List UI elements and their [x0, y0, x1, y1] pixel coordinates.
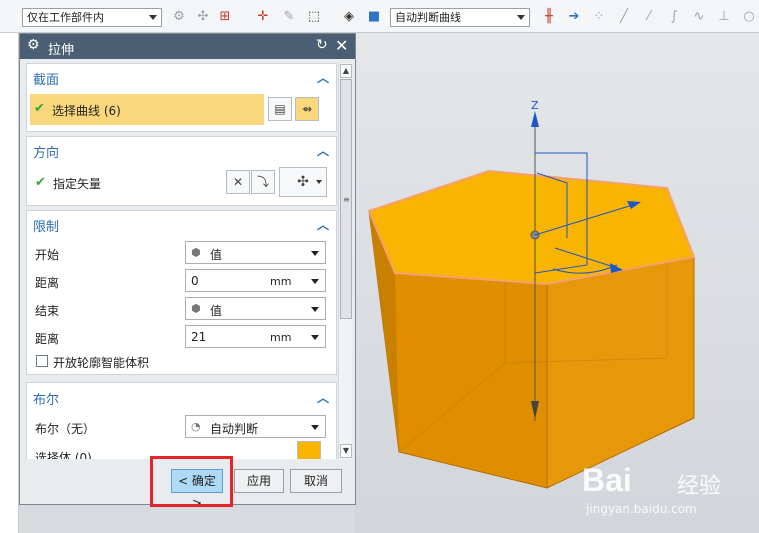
face-select-icon[interactable]: ◈	[340, 8, 358, 26]
chevron-down-icon	[311, 335, 319, 340]
curve-rule-value: 自动判断曲线	[395, 11, 461, 24]
select-body-button[interactable]	[297, 441, 321, 460]
navigator-strip	[0, 33, 19, 533]
collapse-caret-icon[interactable]: ︿	[317, 142, 329, 159]
watermark-url: jingyan.baidu.com	[586, 502, 697, 516]
point-snap-icon[interactable]: ⁘	[590, 8, 608, 26]
graphics-viewport[interactable]: Z	[355, 33, 759, 533]
select-curve-label: 选择曲线 (6)	[52, 104, 121, 118]
reset-icon[interactable]: ↻	[316, 37, 328, 53]
curve-rule-dropdown[interactable]: 自动判断曲线	[390, 8, 530, 27]
arc-icon[interactable]: ⁄	[640, 8, 658, 26]
grip-icon: ≡	[343, 195, 350, 204]
select-all-icon[interactable]: ✎	[280, 8, 298, 26]
selection-filter-dropdown[interactable]: 仅在工作部件内	[22, 8, 162, 27]
chevron-down-icon	[311, 279, 319, 284]
section-heading[interactable]: 截面	[33, 69, 59, 88]
side-face-right	[546, 256, 695, 489]
z-axis-arrow	[531, 111, 539, 127]
highlight-frame	[150, 456, 233, 507]
start-distance-unit: mm	[270, 275, 292, 288]
collapse-caret-icon[interactable]: ︿	[317, 69, 329, 86]
boolean-dropdown[interactable]: ◔ 自动判断	[185, 415, 326, 438]
boolean-auto-icon: ◔	[191, 420, 201, 433]
open-profile-checkbox[interactable]	[36, 355, 48, 367]
follow-fillet-icon[interactable]: ➔	[565, 8, 583, 26]
line-icon[interactable]: ╱	[615, 8, 633, 26]
dialog-title: 拉伸	[48, 43, 75, 58]
specify-vector-label: 指定矢量	[53, 177, 102, 191]
section-panel: 截面 ︿ ✔ 选择曲线 (6) ▤ ⇴	[26, 63, 337, 132]
spline-icon[interactable]: ∫	[665, 8, 683, 26]
sketch-section-button[interactable]: ▤	[268, 97, 292, 121]
filter-icon[interactable]: ⚙	[170, 8, 188, 26]
checkmark-icon: ✔	[35, 175, 46, 190]
solid-body-icon[interactable]: ■	[365, 8, 383, 26]
open-profile-label: 开放轮廓智能体积	[53, 356, 150, 370]
baidu-watermark: Bai 经验 jingyan.baidu.com	[582, 462, 732, 522]
vector-dialog-button[interactable]: ⤵	[251, 170, 275, 194]
boolean-panel: 布尔 ︿ 布尔（无） ◔ 自动判断 选择体 (0)	[26, 382, 337, 465]
chevron-down-icon	[316, 180, 322, 184]
scroll-thumb[interactable]: ≡	[340, 79, 352, 319]
reverse-direction-button[interactable]: ✕	[226, 170, 250, 194]
curve-icon[interactable]: ∿	[690, 8, 708, 26]
cancel-button[interactable]: 取消	[290, 469, 342, 493]
start-distance-label: 距离	[35, 276, 60, 290]
top-toolbar: 仅在工作部件内 ⚙ ✣ ⊞ ✛ ✎ ⬚ ◈ ■ 自动判断曲线 ╫ ➔ ⁘ ╱ ⁄…	[0, 0, 759, 33]
end-type-dropdown[interactable]: ⬢ 值	[185, 297, 326, 320]
collapse-caret-icon[interactable]: ︿	[317, 389, 329, 406]
limits-heading[interactable]: 限制	[33, 216, 59, 235]
circle-icon[interactable]: ○	[740, 8, 758, 26]
boolean-label: 布尔（无）	[35, 422, 96, 436]
select-curve-row[interactable]: ✔ 选择曲线 (6)	[30, 94, 264, 125]
watermark-brand-cn: 经验	[677, 474, 722, 499]
end-distance-value: 21	[191, 330, 207, 344]
checkmark-icon: ✔	[34, 101, 45, 116]
chevron-down-icon	[311, 307, 319, 312]
scroll-down-icon[interactable]: ▼	[340, 444, 352, 458]
dialog-scrollbar[interactable]: ▲ ≡ ▼	[338, 63, 352, 459]
tangent-icon[interactable]: ⊥	[715, 8, 733, 26]
select-filter-icon[interactable]: ✣	[194, 8, 212, 26]
scroll-up-icon[interactable]: ▲	[340, 64, 352, 78]
cube-icon: ⬢	[191, 246, 201, 259]
start-distance-value: 0	[191, 274, 199, 288]
direction-panel: 方向 ︿ ✔ 指定矢量 ✕ ⤵ ✣	[26, 136, 337, 206]
end-distance-label: 距离	[35, 332, 60, 346]
chevron-down-icon	[517, 15, 525, 20]
watermark-brand: Bai	[582, 462, 632, 498]
chevron-down-icon	[311, 425, 319, 430]
z-axis-label: Z	[531, 99, 539, 112]
end-label: 结束	[35, 304, 60, 318]
collapse-caret-icon[interactable]: ︿	[317, 216, 329, 233]
boolean-value: 自动判断	[210, 422, 259, 436]
apply-button[interactable]: 应用	[234, 469, 284, 493]
start-type-value: 值	[210, 248, 223, 262]
add-selection-icon[interactable]: ⊞	[216, 8, 234, 26]
cube-icon: ⬢	[191, 302, 201, 315]
end-distance-unit: mm	[270, 331, 292, 344]
end-distance-field[interactable]: 21 mm	[185, 325, 326, 348]
box-select-icon[interactable]: ⬚	[305, 8, 323, 26]
start-type-dropdown[interactable]: ⬢ 值	[185, 241, 326, 264]
snap-icon[interactable]: ✛	[254, 8, 272, 26]
stop-at-intersection-icon[interactable]: ╫	[540, 8, 558, 26]
direction-heading[interactable]: 方向	[33, 142, 59, 161]
extrude-preview: Z	[367, 99, 696, 489]
gear-icon[interactable]: ⚙	[27, 37, 40, 53]
start-label: 开始	[35, 248, 60, 262]
end-type-value: 值	[210, 304, 223, 318]
close-icon[interactable]: ✕	[335, 36, 348, 55]
selection-filter-value: 仅在工作部件内	[27, 11, 104, 24]
curve-select-button[interactable]: ⇴	[295, 97, 319, 121]
vector-type-dropdown[interactable]: ✣	[279, 167, 327, 197]
start-distance-field[interactable]: 0 mm	[185, 269, 326, 292]
limits-panel: 限制 ︿ 开始 ⬢ 值 距离 0 mm 结束 ⬢ 值 距离 21 mm 开放轮廓…	[26, 210, 337, 375]
extrude-dialog: ⚙ 拉伸 ↻ ✕ 截面 ︿ ✔ 选择曲线 (6) ▤ ⇴ 方向 ︿ ✔ 指定矢量…	[19, 33, 356, 510]
chevron-down-icon	[149, 15, 157, 20]
dialog-title-bar[interactable]: ⚙ 拉伸 ↻ ✕	[20, 34, 355, 59]
boolean-heading[interactable]: 布尔	[33, 389, 59, 408]
chevron-down-icon	[311, 251, 319, 256]
